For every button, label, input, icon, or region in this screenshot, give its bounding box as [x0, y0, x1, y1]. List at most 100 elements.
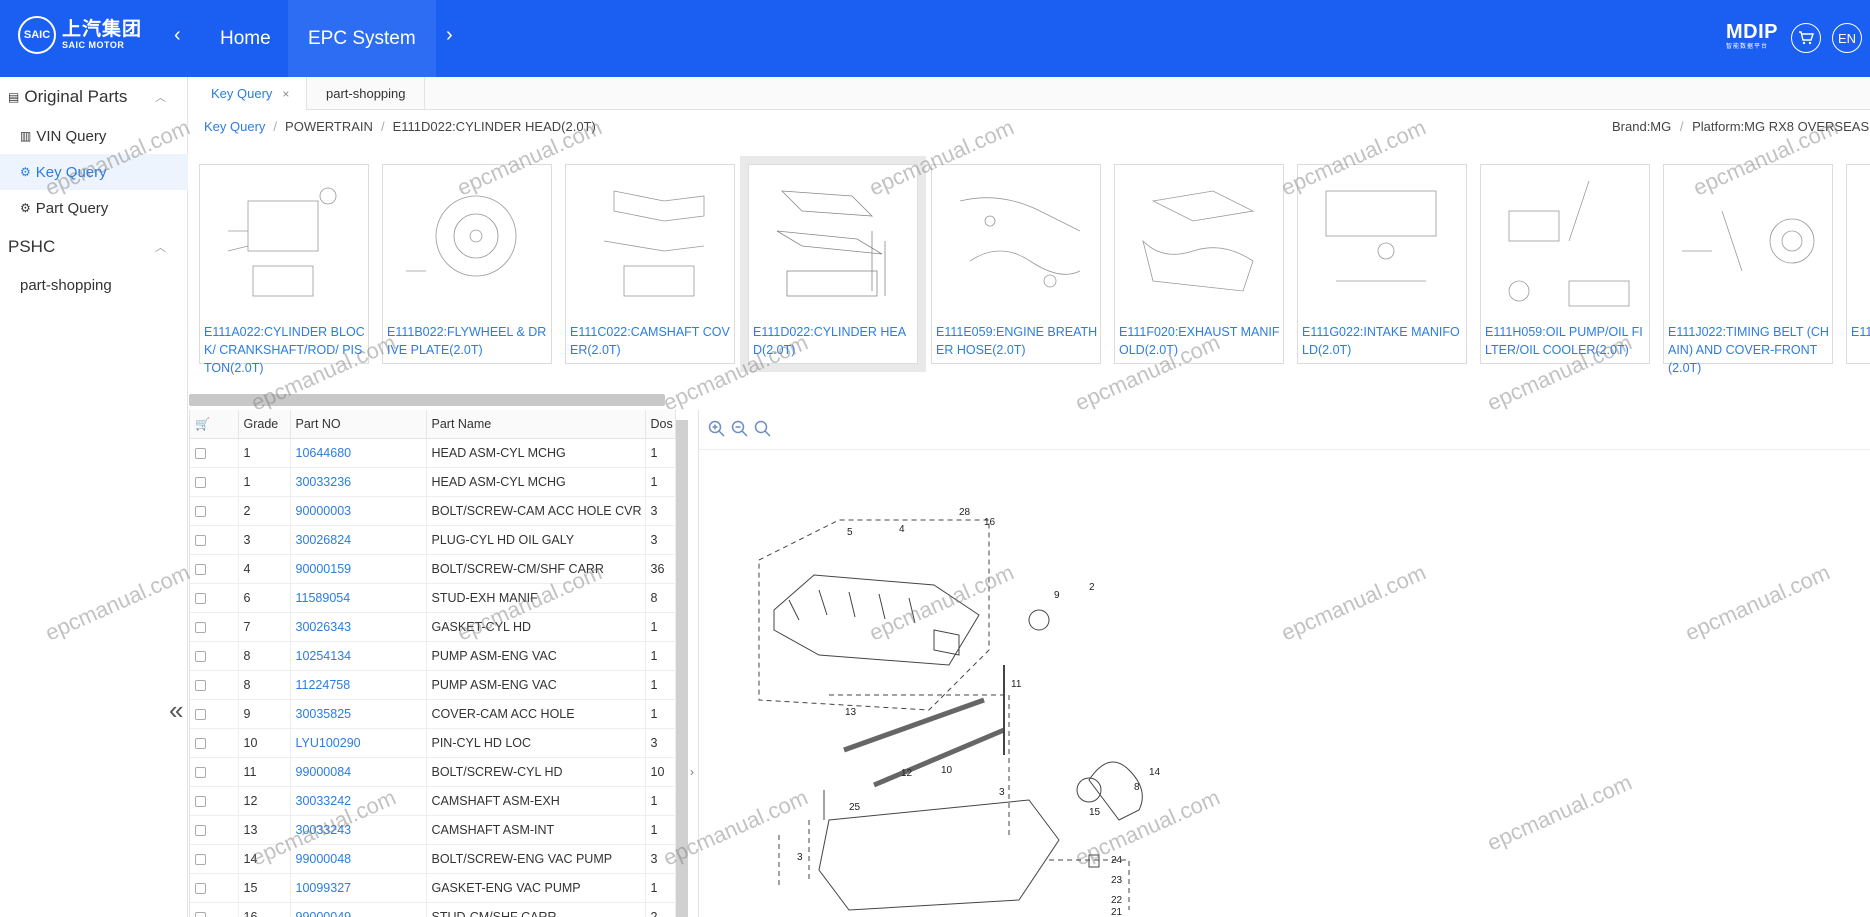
- row-checkbox[interactable]: [195, 592, 206, 604]
- part-no-link[interactable]: 99000048: [290, 844, 427, 874]
- row-checkbox[interactable]: [195, 650, 206, 662]
- nav-prev-arrow[interactable]: ‹: [174, 24, 181, 47]
- sidebar-item-vin-query[interactable]: ▥ VIN Query: [0, 118, 188, 154]
- row-checkbox[interactable]: [195, 853, 206, 865]
- sidebar-group-pshc[interactable]: PSHC ︿: [0, 227, 188, 267]
- row-checkbox[interactable]: [195, 679, 206, 691]
- nav-tab-home[interactable]: Home: [200, 0, 291, 77]
- tab-key-query[interactable]: Key Query ×: [189, 77, 307, 110]
- close-icon[interactable]: ×: [282, 87, 289, 101]
- callout-label[interactable]: 11: [1011, 679, 1022, 690]
- part-no-link[interactable]: 99000049: [290, 902, 427, 917]
- row-checkbox[interactable]: [195, 737, 206, 749]
- row-checkbox[interactable]: [195, 563, 206, 575]
- row-checkbox[interactable]: [195, 447, 206, 459]
- part-no-link[interactable]: 30035825: [290, 699, 427, 729]
- callout-label[interactable]: 13: [845, 707, 857, 718]
- table-row[interactable]: 11 99000084 BOLT/SCREW-CYL HD 10: [190, 757, 676, 787]
- table-row[interactable]: 6 11589054 STUD-EXH MANIF 8: [190, 583, 676, 613]
- callout-label[interactable]: 8: [1134, 782, 1140, 793]
- thumbnail-card-active[interactable]: E111D022:CYLINDER HEAD(2.0T): [740, 156, 926, 372]
- zoom-reset-icon[interactable]: [754, 420, 772, 438]
- sidebar-group-original-parts[interactable]: ▤ Original Parts ︿: [0, 77, 188, 117]
- table-row[interactable]: 8 11224758 PUMP ASM-ENG VAC 1: [190, 670, 676, 700]
- callout-label[interactable]: 3: [999, 787, 1005, 798]
- row-checkbox[interactable]: [195, 708, 206, 720]
- part-no-link[interactable]: 30033242: [290, 786, 427, 816]
- part-no-link[interactable]: 10099327: [290, 873, 427, 903]
- callout-label[interactable]: 16: [984, 517, 996, 528]
- saic-logo[interactable]: SAIC 上汽集团 SAIC MOTOR: [18, 16, 142, 54]
- thumbnail-card[interactable]: E11TH: [1846, 164, 1870, 364]
- table-row[interactable]: 2 90000003 BOLT/SCREW-CAM ACC HOLE CVR 3: [190, 496, 676, 526]
- row-checkbox[interactable]: [195, 534, 206, 546]
- language-button[interactable]: EN: [1832, 23, 1862, 53]
- sidebar-item-part-shopping[interactable]: part-shopping: [0, 267, 188, 303]
- table-row[interactable]: 4 90000159 BOLT/SCREW-CM/SHF CARR 36: [190, 554, 676, 584]
- callout-label[interactable]: 3: [797, 852, 803, 863]
- part-no-link[interactable]: 11589054: [290, 583, 427, 613]
- part-no-link[interactable]: 30033236: [290, 467, 427, 497]
- table-row[interactable]: 14 99000048 BOLT/SCREW-ENG VAC PUMP 3: [190, 844, 676, 874]
- part-no-link[interactable]: 90000159: [290, 554, 427, 584]
- callout-label[interactable]: 21: [1111, 907, 1123, 917]
- part-no-link[interactable]: 11224758: [290, 670, 427, 700]
- callout-label[interactable]: 12: [901, 768, 913, 779]
- row-checkbox[interactable]: [195, 505, 206, 517]
- table-row[interactable]: 7 30026343 GASKET-CYL HD 1: [190, 612, 676, 642]
- row-checkbox[interactable]: [195, 476, 206, 488]
- table-row[interactable]: 8 10254134 PUMP ASM-ENG VAC 1: [190, 641, 676, 671]
- select-all-header[interactable]: 🛒: [190, 410, 239, 439]
- table-row[interactable]: 9 30035825 COVER-CAM ACC HOLE 1: [190, 699, 676, 729]
- thumbnail-card[interactable]: E111H059:OIL PUMP/OIL FILTER/OIL COOLER(…: [1480, 164, 1650, 364]
- callout-label[interactable]: 28: [959, 507, 971, 518]
- nav-next-arrow[interactable]: ›: [446, 24, 453, 47]
- panel-splitter[interactable]: ›: [690, 410, 698, 917]
- row-checkbox[interactable]: [195, 911, 206, 917]
- sidebar-item-key-query[interactable]: ⚙ Key Query: [0, 154, 188, 190]
- row-checkbox[interactable]: [195, 824, 206, 836]
- callout-label[interactable]: 10: [941, 765, 953, 776]
- part-no-link[interactable]: 90000003: [290, 496, 427, 526]
- mdip-logo[interactable]: MDIP 智能数据平台: [1726, 22, 1778, 50]
- thumbnail-card[interactable]: E111G022:INTAKE MANIFOLD(2.0T): [1297, 164, 1467, 364]
- breadcrumb-powertrain[interactable]: POWERTRAIN: [285, 119, 373, 134]
- thumbnail-card[interactable]: E111J022:TIMING BELT (CHAIN) AND COVER-F…: [1663, 164, 1833, 375]
- part-no-link[interactable]: LYU100290: [290, 728, 427, 758]
- table-row[interactable]: 1 30033236 HEAD ASM-CYL MCHG 1: [190, 467, 676, 497]
- row-checkbox[interactable]: [195, 882, 206, 894]
- part-no-link[interactable]: 10254134: [290, 641, 427, 671]
- parts-table-scrollbar[interactable]: [676, 420, 688, 917]
- nav-tab-epc-system[interactable]: EPC System: [288, 0, 436, 77]
- callout-label[interactable]: 24: [1111, 855, 1123, 866]
- callout-label[interactable]: 14: [1149, 767, 1161, 778]
- cart-button[interactable]: [1791, 23, 1821, 53]
- table-row[interactable]: 13 30033243 CAMSHAFT ASM-INT 1: [190, 815, 676, 845]
- sidebar-collapse-button[interactable]: «: [169, 695, 183, 726]
- callout-label[interactable]: 15: [1089, 807, 1101, 818]
- sidebar-item-part-query[interactable]: ⚙ Part Query: [0, 190, 188, 226]
- part-no-link[interactable]: 30033243: [290, 815, 427, 845]
- table-row[interactable]: 15 10099327 GASKET-ENG VAC PUMP 1: [190, 873, 676, 903]
- part-no-link[interactable]: 30026824: [290, 525, 427, 555]
- zoom-out-icon[interactable]: [731, 420, 749, 438]
- thumbnails-scrollbar[interactable]: [189, 394, 665, 406]
- callout-label[interactable]: 9: [1054, 590, 1060, 601]
- callout-label[interactable]: 23: [1111, 875, 1123, 886]
- callout-label[interactable]: 2: [1089, 582, 1095, 593]
- part-no-link[interactable]: 30026343: [290, 612, 427, 642]
- table-row[interactable]: 10 LYU100290 PIN-CYL HD LOC 3: [190, 728, 676, 758]
- zoom-in-icon[interactable]: [708, 420, 726, 438]
- row-checkbox[interactable]: [195, 621, 206, 633]
- breadcrumb-key-query[interactable]: Key Query: [204, 119, 265, 134]
- thumbnail-card[interactable]: E111C022:CAMSHAFT COVER(2.0T): [565, 164, 735, 364]
- tab-part-shopping[interactable]: part-shopping: [307, 77, 425, 110]
- callout-label[interactable]: 22: [1111, 895, 1123, 906]
- thumbnail-card[interactable]: E111A022:CYLINDER BLOCK/ CRANKSHAFT/ROD/…: [199, 164, 369, 375]
- callout-label[interactable]: 4: [899, 524, 905, 535]
- row-checkbox[interactable]: [195, 766, 206, 778]
- part-no-link[interactable]: 99000084: [290, 757, 427, 787]
- table-row[interactable]: 12 30033242 CAMSHAFT ASM-EXH 1: [190, 786, 676, 816]
- thumbnail-card[interactable]: E111B022:FLYWHEEL & DRIVE PLATE(2.0T): [382, 164, 552, 364]
- part-no-link[interactable]: 10644680: [290, 438, 427, 468]
